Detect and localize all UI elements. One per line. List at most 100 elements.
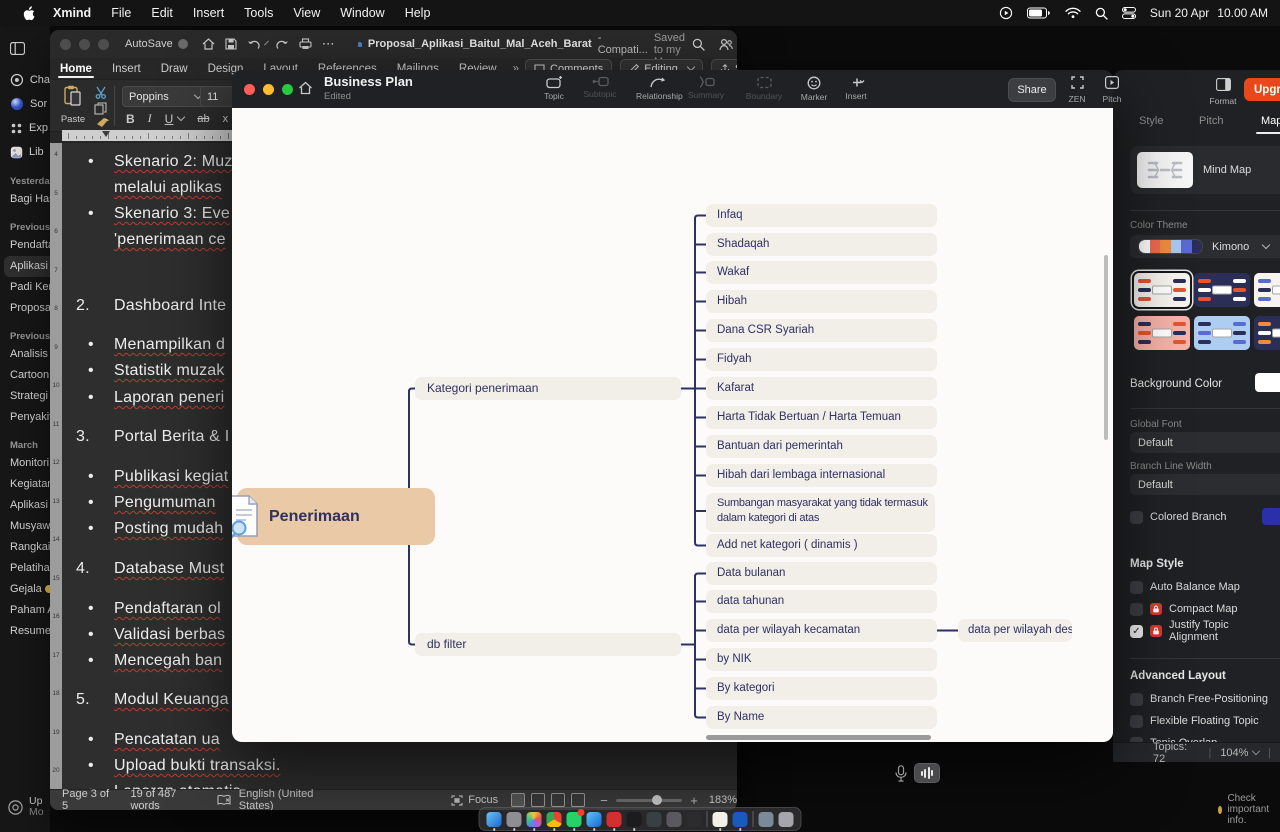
search-icon[interactable] — [692, 38, 705, 51]
mindmap-subtopic[interactable]: Fidyah — [706, 348, 937, 371]
menu-clock-date[interactable]: Sun 20 Apr — [1150, 6, 1209, 20]
sidebar-chat-item[interactable]: Aplikasi — [0, 495, 50, 516]
mindmap-subtopic[interactable]: Data bulanan — [706, 562, 937, 585]
undo-icon[interactable] — [247, 39, 261, 50]
vertical-scrollbar[interactable] — [1104, 255, 1108, 440]
view-web-layout-icon[interactable] — [531, 793, 545, 807]
menu-clock-time[interactable]: 10.00 AM — [1217, 6, 1268, 20]
vertical-ruler[interactable]: 4567891011121314151617181920 — [50, 143, 62, 790]
dock-xmind-icon[interactable] — [627, 812, 642, 827]
paste-button[interactable]: Paste — [58, 85, 88, 127]
checkbox[interactable] — [1130, 693, 1143, 706]
mindmap-canvas[interactable]: Penerimaan Kategori penerimaan db filter… — [232, 108, 1113, 742]
sidebar-chat-item[interactable]: Gejala — [0, 579, 50, 600]
ribbon-tab-home[interactable]: Home — [50, 58, 102, 79]
redo-icon[interactable] — [275, 39, 289, 50]
ribbon-tab-insert[interactable]: Insert — [102, 58, 151, 79]
checkbox[interactable] — [1130, 715, 1143, 728]
background-color-swatch[interactable] — [1255, 373, 1280, 392]
cut-icon[interactable] — [94, 86, 108, 99]
battery-icon[interactable] — [1027, 7, 1051, 19]
mindmap-subtopic[interactable]: Kafarat — [706, 377, 937, 400]
tab-style[interactable]: Style — [1139, 115, 1163, 127]
theme-thumbnail[interactable] — [1254, 316, 1280, 350]
option-flexible-floating-topic[interactable]: Flexible Floating Topic — [1130, 714, 1259, 728]
home-icon[interactable] — [298, 81, 313, 95]
branch-line-width-select[interactable]: Default — [1130, 474, 1280, 495]
canvas-zoom-level[interactable]: 104% — [1220, 747, 1248, 759]
print-icon[interactable] — [299, 38, 312, 50]
dock-finder-icon[interactable] — [487, 812, 502, 827]
theme-thumbnail[interactable] — [1134, 316, 1190, 350]
word-count[interactable]: 19 of 487 words — [130, 788, 202, 810]
menu-item-window[interactable]: Window — [330, 6, 394, 20]
option-auto-balance-map[interactable]: Auto Balance Map — [1130, 580, 1240, 594]
control-center-icon[interactable] — [1122, 7, 1136, 19]
strikethrough-button[interactable]: ab — [197, 113, 209, 125]
mindmap-subtopic[interactable]: By kategori — [706, 677, 937, 700]
tab-pitch[interactable]: Pitch — [1199, 115, 1223, 127]
tool-topic-button[interactable]: Topic — [532, 76, 576, 101]
mindmap-subtopic[interactable]: By Name — [706, 706, 937, 729]
mindmap-subtopic[interactable]: Add net kategori ( dinamis ) — [706, 534, 937, 557]
tool-marker-button[interactable]: Marker — [792, 76, 836, 102]
mindmap-subtopic[interactable]: data tahunan — [706, 590, 937, 613]
underline-button[interactable]: U — [165, 112, 174, 126]
mindmap-root-topic[interactable]: Penerimaan — [237, 488, 435, 545]
dock-photos-icon[interactable] — [527, 812, 542, 827]
tool-relationship-button[interactable]: Relationship — [636, 76, 680, 101]
zoom-out-button[interactable]: − — [600, 793, 608, 808]
mindmap-branch-topic[interactable]: Kategori penerimaan — [415, 377, 681, 400]
share-person-icon[interactable] — [719, 38, 733, 51]
mindmap-subtopic[interactable]: Sumbangan masyarakat yang tidak termasuk… — [706, 493, 935, 532]
theme-thumbnail[interactable] — [1134, 273, 1190, 307]
copy-icon[interactable] — [94, 102, 107, 115]
dock-whatsapp-icon[interactable] — [567, 812, 582, 827]
mindmap-branch-topic[interactable]: db filter — [415, 633, 681, 656]
microphone-icon[interactable] — [895, 765, 907, 782]
theme-thumbnail[interactable] — [1254, 273, 1280, 307]
horizontal-scrollbar[interactable] — [706, 735, 931, 740]
sidebar-chat-item[interactable]: Musyaw — [0, 516, 50, 537]
format-button[interactable]: Format — [1201, 78, 1245, 109]
autosave-toggle[interactable]: AutoSave — [125, 38, 188, 50]
tool-insert-button[interactable]: Insert — [834, 76, 878, 101]
dock-word-icon[interactable] — [733, 812, 748, 827]
option-branch-free-positioning[interactable]: Branch Free-Positioning — [1130, 692, 1268, 706]
option-justify-topic-alignment[interactable]: ✓Justify Topic Alignment — [1130, 624, 1280, 638]
dock-camera-icon[interactable] — [667, 812, 682, 827]
mindmap-subtopic[interactable]: data per wilayah kecamatan — [706, 619, 937, 642]
sidebar-nav-lib[interactable]: Lib — [0, 140, 50, 164]
zoom-percent[interactable]: 183% — [709, 794, 737, 806]
dock-preview-icon[interactable] — [759, 812, 774, 827]
mindmap-subtopic[interactable]: by NIK — [706, 648, 937, 671]
menu-item-tools[interactable]: Tools — [234, 6, 283, 20]
waveform-pill[interactable] — [914, 763, 940, 783]
close-icon[interactable] — [60, 39, 71, 50]
more-tools-icon[interactable]: ⋯ — [322, 36, 336, 52]
zoom-icon[interactable] — [282, 84, 293, 95]
zoom-in-button[interactable]: + — [690, 793, 698, 808]
dock-safari-icon[interactable] — [587, 812, 602, 827]
global-font-select[interactable]: Default — [1130, 432, 1280, 453]
mindmap-subtopic[interactable]: Hibah — [706, 290, 937, 313]
dock-chrome-icon[interactable] — [547, 812, 562, 827]
sidebar-nav-sor[interactable]: Sor — [0, 92, 50, 116]
theme-thumbnail[interactable] — [1194, 273, 1250, 307]
zoom-slider[interactable] — [616, 799, 682, 802]
mindmap-subtopic[interactable]: Dana CSR Syariah — [706, 319, 937, 342]
menu-item-file[interactable]: File — [101, 6, 141, 20]
checkbox[interactable] — [1130, 581, 1143, 594]
sidebar-chat-item[interactable]: Penyakit — [0, 407, 50, 428]
sidebar-chat-item[interactable]: Pendafta — [0, 235, 50, 256]
checkbox[interactable] — [1130, 603, 1143, 616]
focus-button[interactable]: Focus — [451, 794, 498, 806]
home-icon[interactable] — [202, 38, 215, 50]
sidebar-toggle-icon[interactable] — [0, 36, 50, 60]
sidebar-chat-item[interactable]: Strategi — [0, 386, 50, 407]
share-button[interactable]: Share — [1008, 78, 1056, 102]
bold-button[interactable]: B — [126, 112, 135, 126]
font-name-select[interactable]: Poppins — [122, 86, 208, 107]
sidebar-nav-exp[interactable]: Exp — [0, 116, 50, 140]
italic-button[interactable]: I — [148, 111, 152, 126]
